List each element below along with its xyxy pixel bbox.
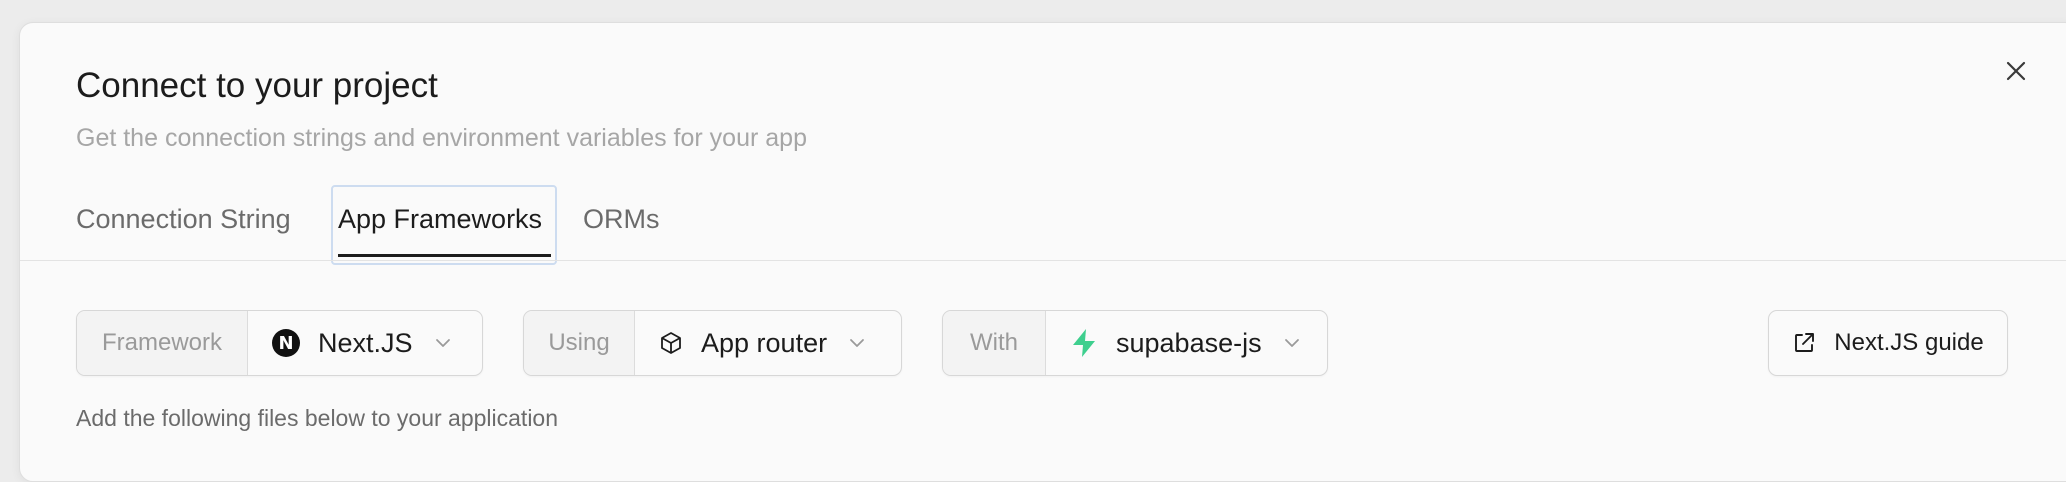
framework-selector: Framework N Next.JS (76, 310, 483, 376)
close-icon (2006, 61, 2026, 81)
chevron-down-icon (1284, 338, 1300, 348)
supabase-bolt-icon (1070, 328, 1098, 358)
chevron-down-icon (849, 338, 865, 348)
tab-app-frameworks[interactable]: App Frameworks (338, 204, 542, 235)
framework-label: Framework (77, 311, 248, 375)
close-button[interactable] (2002, 57, 2030, 85)
framework-value: Next.JS (318, 327, 413, 358)
dialog-title: Connect to your project (76, 66, 438, 105)
using-label: Using (524, 311, 635, 375)
chevron-down-icon (435, 338, 451, 348)
tab-orms[interactable]: ORMs (583, 204, 660, 235)
tab-connection-string[interactable]: Connection String (76, 204, 291, 235)
cube-icon (659, 331, 683, 355)
using-value: App router (701, 327, 828, 358)
using-selector: Using App router (523, 310, 902, 376)
guide-button-label: Next.JS guide (1834, 329, 1984, 356)
using-dropdown[interactable]: App router (635, 311, 901, 375)
nextjs-guide-button[interactable]: Next.JS guide (1768, 310, 2008, 376)
with-selector: With supabase-js (942, 310, 1328, 376)
instructions-text: Add the following files below to your ap… (76, 405, 559, 431)
framework-dropdown[interactable]: N Next.JS (248, 311, 482, 375)
with-value: supabase-js (1116, 327, 1262, 358)
with-dropdown[interactable]: supabase-js (1046, 311, 1327, 375)
external-link-icon (1792, 331, 1816, 355)
tabs-divider (20, 260, 2066, 261)
with-label: With (943, 311, 1046, 375)
dialog-subtitle: Get the connection strings and environme… (76, 124, 807, 152)
active-tab-indicator (338, 254, 551, 257)
nextjs-logo-icon: N (272, 329, 300, 357)
